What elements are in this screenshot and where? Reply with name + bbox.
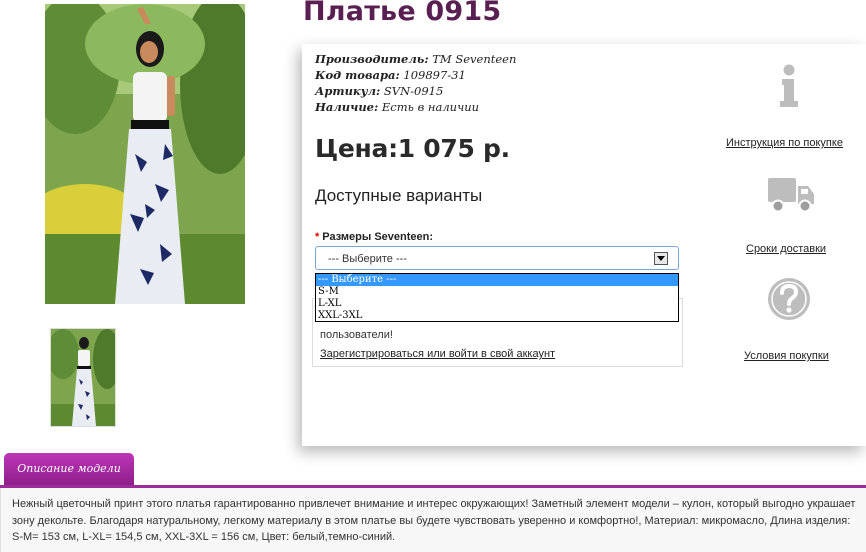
register-login-link[interactable]: Зарегистрироваться или войти в свой акка… — [320, 348, 555, 360]
info-icon[interactable] — [776, 64, 802, 108]
size-option[interactable]: S-M — [316, 286, 678, 298]
truck-icon[interactable] — [766, 176, 816, 214]
variants-title: Доступные варианты — [315, 186, 483, 205]
product-thumbnail-image — [51, 329, 115, 426]
article-value: SVN-0915 — [383, 84, 444, 98]
code-line: Код товара: 109897-31 — [315, 68, 466, 82]
article-line: Артикул: SVN-0915 — [315, 84, 443, 98]
availability-value: Есть в наличии — [381, 100, 480, 114]
size-dropdown-list: --- Выберите --- S-M L-XL XXL-3XL — [315, 273, 679, 322]
login-notice-text: пользователи! — [320, 329, 393, 341]
required-mark: * — [315, 231, 320, 243]
terms-link[interactable]: Условия покупки — [744, 350, 829, 362]
product-price: Цена:1 075 р. — [315, 134, 510, 163]
product-title: Платье 0915 — [303, 0, 502, 27]
size-option[interactable]: XXL-3XL — [316, 310, 678, 322]
size-option[interactable]: --- Выберите --- — [316, 274, 678, 286]
size-option[interactable]: L-XL — [316, 298, 678, 310]
description-text: Нежный цветочный принт этого платья гара… — [12, 498, 856, 543]
size-select[interactable]: --- Выберите --- — [315, 246, 679, 270]
code-label: Код товара: — [315, 68, 400, 82]
question-icon[interactable] — [766, 276, 812, 322]
manufacturer-value[interactable]: TM Seventeen — [432, 52, 516, 66]
article-label: Артикул: — [315, 84, 381, 98]
availability-line: Наличие: Есть в наличии — [315, 100, 479, 114]
instruction-link[interactable]: Инструкция по покупке — [726, 137, 843, 149]
availability-label: Наличие: — [315, 100, 379, 114]
product-photo-image — [45, 4, 245, 304]
code-value: 109897-31 — [403, 68, 466, 82]
description-tab-label: Описание модели — [17, 462, 121, 475]
size-select-value: --- Выберите --- — [328, 253, 407, 265]
description-tab[interactable]: Описание модели — [4, 453, 134, 486]
dropdown-arrow-icon[interactable] — [654, 252, 668, 265]
manufacturer-label: Производитель: — [315, 52, 429, 66]
size-label-text: Размеры Seventeen: — [322, 231, 434, 243]
product-thumbnail[interactable] — [50, 328, 116, 427]
delivery-link[interactable]: Сроки доставки — [746, 243, 826, 255]
product-photo[interactable] — [45, 4, 245, 304]
size-label: * Размеры Seventeen: — [315, 231, 433, 243]
manufacturer-line: Производитель: TM Seventeen — [315, 52, 516, 66]
